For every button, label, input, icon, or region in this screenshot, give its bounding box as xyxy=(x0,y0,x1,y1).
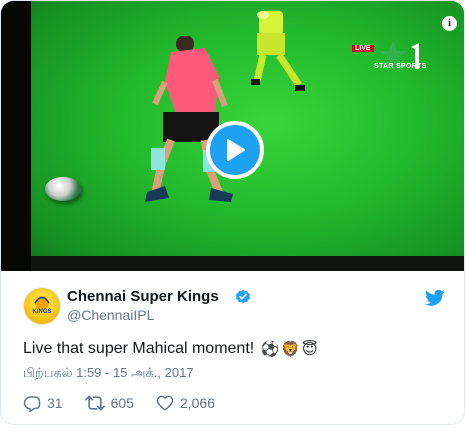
reply-action[interactable]: 31 xyxy=(23,394,63,412)
lion-emoji: 🦁 xyxy=(281,340,301,358)
embedded-tweet-card[interactable]: LIVE STAR SPORTS i KINGS Chennai Super K… xyxy=(0,0,465,425)
verified-icon xyxy=(235,289,251,304)
retweet-icon xyxy=(84,395,105,411)
live-badge: LIVE xyxy=(352,45,374,52)
twitter-bird-icon[interactable] xyxy=(425,289,445,307)
tweet-text-body: Live that super Mahical moment! xyxy=(23,340,255,357)
play-button[interactable] xyxy=(206,121,264,179)
retweet-count: 605 xyxy=(110,395,134,411)
broadcaster-name: STAR SPORTS xyxy=(374,63,427,70)
avatar[interactable]: KINGS xyxy=(23,287,61,325)
heart-icon xyxy=(156,395,174,411)
like-count: 2,066 xyxy=(179,395,215,411)
csk-lion-icon xyxy=(34,296,50,310)
avatar-label: KINGS xyxy=(32,309,52,315)
soccer-ball-emoji: ⚽ xyxy=(260,340,280,358)
author-display-name[interactable]: Chennai Super Kings xyxy=(67,288,219,305)
play-icon xyxy=(227,139,245,161)
reply-count: 31 xyxy=(47,395,63,411)
player-green-kit xyxy=(251,11,305,91)
video-bottom-band xyxy=(31,256,464,271)
halo-smile-emoji: 😇 xyxy=(302,340,318,358)
player-red-kit xyxy=(145,36,233,202)
video-left-edge xyxy=(1,1,31,271)
author-handle[interactable]: @ChennaiIPL xyxy=(67,307,154,323)
video-player[interactable]: LIVE STAR SPORTS i xyxy=(1,1,464,271)
tweet-text: Live that super Mahical moment! ⚽ 🦁 😇 xyxy=(23,340,318,358)
like-action[interactable]: 2,066 xyxy=(156,394,215,412)
tweet-timestamp[interactable]: பிற்பகல் 1:59 - 15 அக்., 2017 xyxy=(23,365,194,382)
tweet-actions: 31 605 2,066 xyxy=(23,393,237,413)
reply-icon xyxy=(23,396,41,412)
retweet-action[interactable]: 605 xyxy=(84,394,134,412)
info-icon[interactable]: i xyxy=(442,16,457,31)
football xyxy=(45,177,81,201)
